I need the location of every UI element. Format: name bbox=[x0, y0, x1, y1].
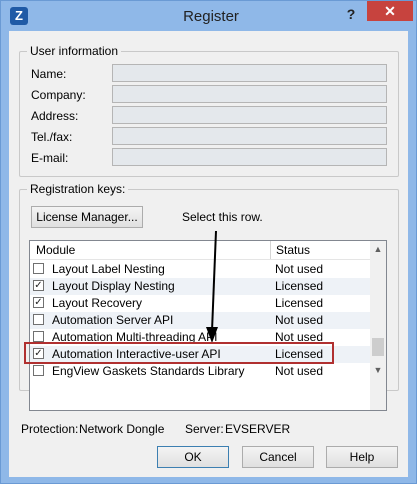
module-status: Not used bbox=[275, 313, 324, 327]
app-icon: Z bbox=[10, 7, 28, 25]
table-row[interactable]: EngView Gaskets Standards Library Not us… bbox=[30, 363, 370, 380]
ok-button[interactable]: OK bbox=[157, 446, 229, 468]
checkbox[interactable] bbox=[33, 365, 44, 376]
module-status: Not used bbox=[275, 364, 324, 378]
registration-keys-legend: Registration keys: bbox=[27, 182, 129, 196]
server-label: Server: bbox=[185, 422, 224, 436]
module-column-header[interactable]: Module bbox=[36, 243, 75, 257]
cancel-button[interactable]: Cancel bbox=[242, 446, 314, 468]
highlight-box bbox=[24, 342, 334, 364]
license-manager-button[interactable]: License Manager... bbox=[31, 206, 143, 228]
table-row[interactable]: ✓ Layout Display Nesting Licensed bbox=[30, 278, 370, 295]
title-bar[interactable]: Z Register ? ✕ bbox=[1, 1, 416, 31]
module-name: EngView Gaskets Standards Library bbox=[52, 364, 245, 378]
name-label: Name: bbox=[31, 67, 67, 81]
checkbox[interactable]: ✓ bbox=[33, 297, 44, 308]
checkbox[interactable] bbox=[33, 314, 44, 325]
address-field[interactable] bbox=[112, 106, 387, 124]
module-status: Licensed bbox=[275, 279, 324, 293]
annotation-arrow-icon bbox=[206, 230, 218, 343]
user-info-legend: User information bbox=[27, 44, 122, 58]
table-row[interactable]: ✓ Layout Recovery Licensed bbox=[30, 295, 370, 312]
vertical-scrollbar[interactable]: ▲ ▼ bbox=[370, 241, 386, 410]
table-row[interactable]: Automation Server API Not used bbox=[30, 312, 370, 329]
column-divider[interactable] bbox=[270, 241, 271, 259]
email-field[interactable] bbox=[112, 148, 387, 166]
scroll-thumb[interactable] bbox=[372, 338, 384, 356]
dialog-body: User information Name: Company: Address:… bbox=[9, 31, 408, 477]
table-row[interactable]: Layout Label Nesting Not used bbox=[30, 261, 370, 278]
scroll-up-icon[interactable]: ▲ bbox=[370, 241, 386, 257]
protection-value: Network Dongle bbox=[79, 422, 165, 436]
module-name: Automation Server API bbox=[52, 313, 174, 327]
name-field[interactable] bbox=[112, 64, 387, 82]
help-icon[interactable]: ? bbox=[339, 3, 363, 25]
register-dialog: Z Register ? ✕ User information Name: Co… bbox=[0, 0, 417, 484]
module-name: Layout Recovery bbox=[52, 296, 143, 310]
help-button[interactable]: Help bbox=[326, 446, 398, 468]
tel-fax-field[interactable] bbox=[112, 127, 387, 145]
module-name: Layout Display Nesting bbox=[52, 279, 175, 293]
company-field[interactable] bbox=[112, 85, 387, 103]
select-row-annotation: Select this row. bbox=[182, 210, 263, 224]
address-label: Address: bbox=[31, 109, 79, 123]
checkbox[interactable] bbox=[33, 331, 44, 342]
checkbox[interactable] bbox=[33, 263, 44, 274]
list-header: Module Status bbox=[30, 241, 370, 260]
email-label: E-mail: bbox=[31, 151, 69, 165]
protection-label: Protection: bbox=[21, 422, 79, 436]
module-name: Layout Label Nesting bbox=[52, 262, 165, 276]
checkbox[interactable]: ✓ bbox=[33, 280, 44, 291]
status-column-header[interactable]: Status bbox=[276, 243, 310, 257]
module-status: Licensed bbox=[275, 296, 324, 310]
server-value: EVSERVER bbox=[225, 422, 291, 436]
company-label: Company: bbox=[31, 88, 86, 102]
window-title: Register bbox=[183, 8, 239, 25]
tel-fax-label: Tel./fax: bbox=[31, 130, 73, 144]
close-button[interactable]: ✕ bbox=[367, 1, 413, 21]
module-status: Not used bbox=[275, 262, 324, 276]
scroll-down-icon[interactable]: ▼ bbox=[370, 362, 386, 378]
